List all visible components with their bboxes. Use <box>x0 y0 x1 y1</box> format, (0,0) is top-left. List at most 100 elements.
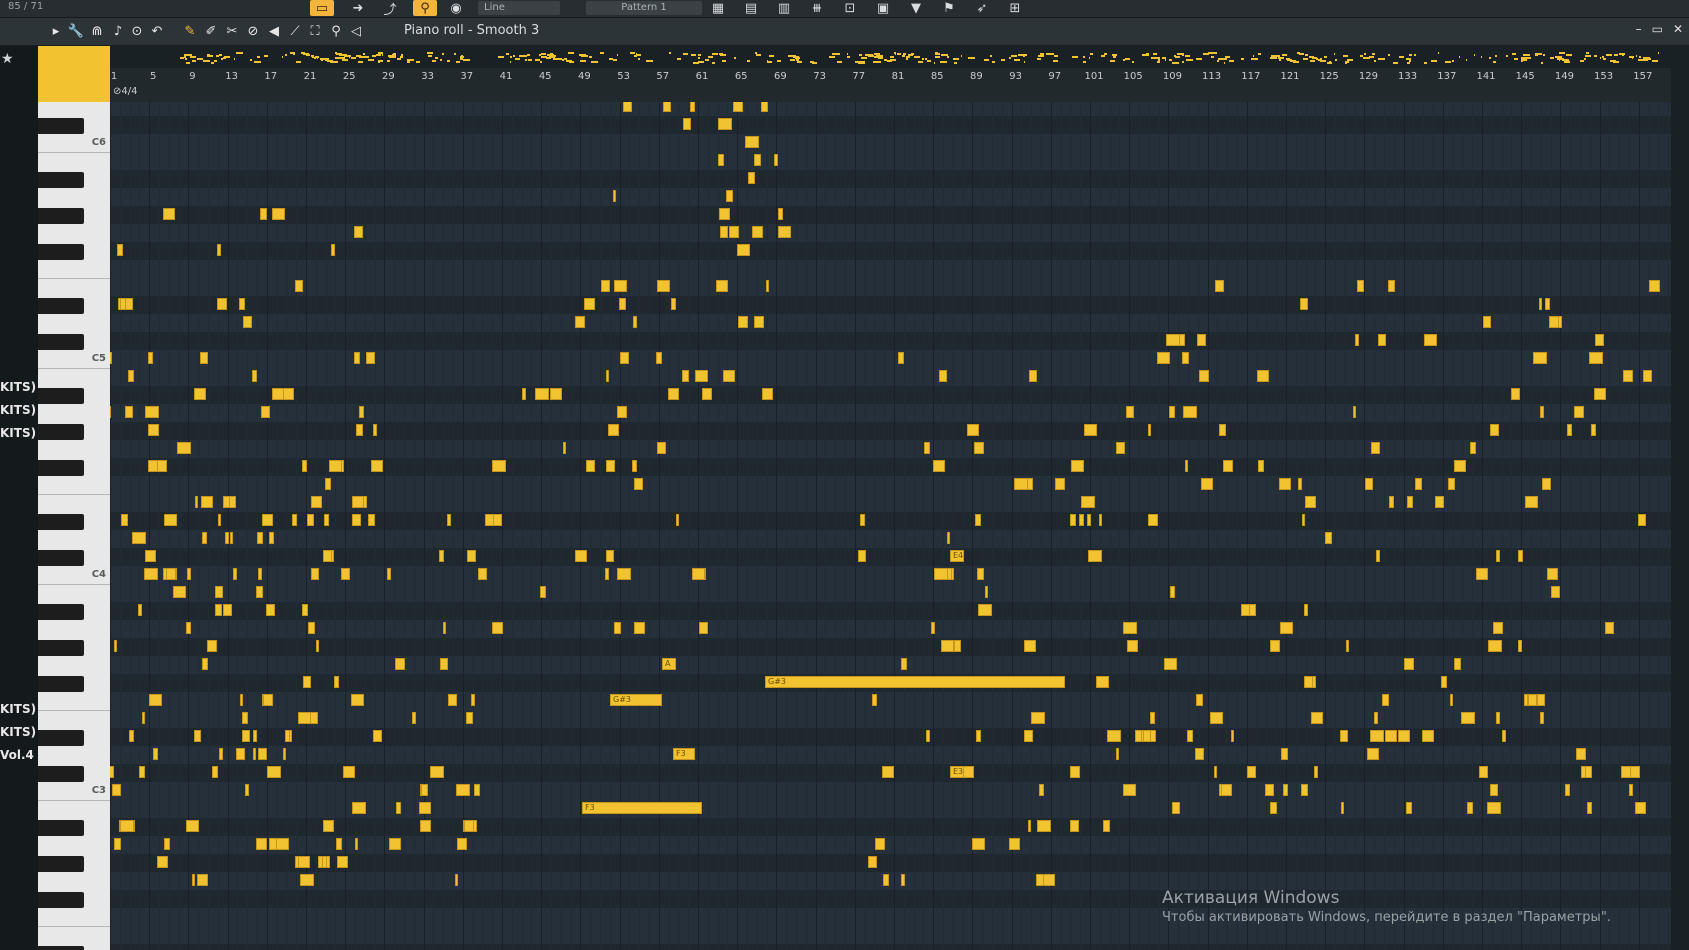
midi-note[interactable] <box>1030 712 1045 724</box>
midi-note[interactable] <box>1257 370 1270 382</box>
midi-note[interactable] <box>1302 514 1306 526</box>
erase-icon[interactable]: ⊘ <box>244 22 262 40</box>
midi-note[interactable] <box>485 514 494 526</box>
black-key[interactable] <box>38 820 84 836</box>
midi-note[interactable]: G#3 <box>765 676 1065 688</box>
midi-note[interactable] <box>1170 586 1176 598</box>
note-lane[interactable] <box>110 368 1671 387</box>
midi-note[interactable] <box>224 532 229 544</box>
midi-note[interactable] <box>1126 640 1138 652</box>
midi-note[interactable] <box>930 622 935 634</box>
midi-note[interactable] <box>521 388 526 400</box>
midi-note[interactable] <box>295 856 300 868</box>
midi-note[interactable] <box>356 424 364 436</box>
midi-note[interactable] <box>173 586 187 598</box>
midi-note[interactable] <box>1365 478 1374 490</box>
note-lane[interactable] <box>110 206 1671 225</box>
black-key[interactable] <box>38 856 84 872</box>
midi-note[interactable] <box>698 622 708 634</box>
midi-note[interactable] <box>1182 352 1190 364</box>
midi-note[interactable] <box>1527 694 1537 706</box>
midi-note[interactable] <box>1123 784 1137 796</box>
midi-note[interactable] <box>311 496 323 508</box>
midi-note[interactable] <box>1164 658 1178 670</box>
midi-note[interactable] <box>255 586 263 598</box>
midi-note[interactable] <box>1450 694 1454 706</box>
play-arrow-icon[interactable]: ▸ <box>47 22 65 40</box>
midi-note[interactable] <box>605 550 614 562</box>
midi-note[interactable] <box>1406 496 1413 508</box>
note-lane[interactable] <box>110 278 1671 297</box>
midi-note[interactable] <box>882 874 889 886</box>
black-key[interactable] <box>38 604 84 620</box>
midi-note[interactable] <box>186 820 200 832</box>
toolbar-tool-button[interactable]: ➶ <box>970 0 994 16</box>
toolbar-tool-button[interactable]: ▣ <box>871 0 895 16</box>
toolbar-tool-button[interactable]: ⧻ <box>805 0 829 16</box>
midi-note[interactable] <box>386 568 391 580</box>
black-key[interactable] <box>38 208 84 224</box>
midi-note[interactable] <box>238 298 245 310</box>
midi-note[interactable] <box>239 694 243 706</box>
midi-note[interactable] <box>1270 640 1281 652</box>
midi-note[interactable] <box>1502 730 1507 742</box>
midi-note[interactable] <box>471 694 476 706</box>
midi-note[interactable] <box>1483 316 1492 328</box>
midi-note[interactable] <box>901 658 908 670</box>
timeline[interactable]: 1 5 9 13 17 21 25 29 33 37 41 45 49 53 57 61 65 69 73 77 81 8… <box>110 46 1671 102</box>
black-key[interactable] <box>38 766 84 782</box>
midi-note[interactable] <box>223 496 231 508</box>
midi-note[interactable] <box>336 838 343 850</box>
slice-icon[interactable]: ⟋ <box>286 22 304 40</box>
midi-note[interactable] <box>719 208 731 220</box>
midi-note[interactable] <box>1448 478 1456 490</box>
midi-note[interactable] <box>272 208 286 220</box>
note-lane[interactable] <box>110 548 1671 567</box>
note-lane[interactable] <box>110 170 1671 189</box>
note-lane[interactable] <box>110 620 1671 639</box>
midi-note[interactable] <box>1304 676 1314 688</box>
note-lane[interactable] <box>110 422 1671 441</box>
midi-note[interactable] <box>368 514 376 526</box>
midi-note[interactable] <box>438 550 444 562</box>
toolbar-tool-button[interactable]: ▥ <box>772 0 796 16</box>
midi-note[interactable] <box>1566 424 1572 436</box>
toolbar-tool-button[interactable]: ⊞ <box>1003 0 1027 16</box>
midi-note[interactable] <box>421 784 429 796</box>
midi-note[interactable] <box>1540 406 1545 418</box>
midi-note[interactable] <box>1487 640 1502 652</box>
midi-note[interactable] <box>1265 784 1275 796</box>
midi-note[interactable] <box>738 316 749 328</box>
midi-note[interactable] <box>1385 730 1398 742</box>
midi-note[interactable] <box>857 550 866 562</box>
note-lane[interactable] <box>110 260 1671 279</box>
midi-note[interactable] <box>1403 658 1414 670</box>
midi-note[interactable] <box>984 586 988 598</box>
midi-note[interactable] <box>1241 604 1251 616</box>
midi-note[interactable] <box>619 298 627 310</box>
magnet-icon[interactable]: ⋒ <box>88 22 106 40</box>
midi-note[interactable] <box>1087 514 1092 526</box>
midi-note[interactable] <box>1247 766 1257 778</box>
track-label[interactable]: Vol.4 <box>0 748 34 762</box>
midi-note[interactable] <box>324 514 330 526</box>
snap-selector[interactable]: Line <box>478 1 560 15</box>
midi-note[interactable] <box>1628 784 1633 796</box>
midi-note[interactable] <box>1352 406 1356 418</box>
midi-note[interactable] <box>745 136 760 148</box>
midi-note[interactable] <box>760 102 768 112</box>
midi-note[interactable] <box>354 352 361 364</box>
midi-note[interactable] <box>875 838 886 850</box>
midi-note[interactable] <box>307 514 315 526</box>
toolbar-tool-button[interactable]: ▦ <box>706 0 730 16</box>
midi-note[interactable] <box>1470 442 1477 454</box>
midi-note[interactable] <box>139 766 146 778</box>
midi-note[interactable] <box>331 550 335 562</box>
midi-note[interactable] <box>259 208 267 220</box>
midi-note[interactable] <box>144 406 159 418</box>
piano-roll-corner[interactable] <box>38 46 110 102</box>
midi-note[interactable] <box>362 496 367 508</box>
midi-note[interactable] <box>938 370 947 382</box>
black-key[interactable] <box>38 676 84 692</box>
midi-note[interactable] <box>283 388 295 400</box>
